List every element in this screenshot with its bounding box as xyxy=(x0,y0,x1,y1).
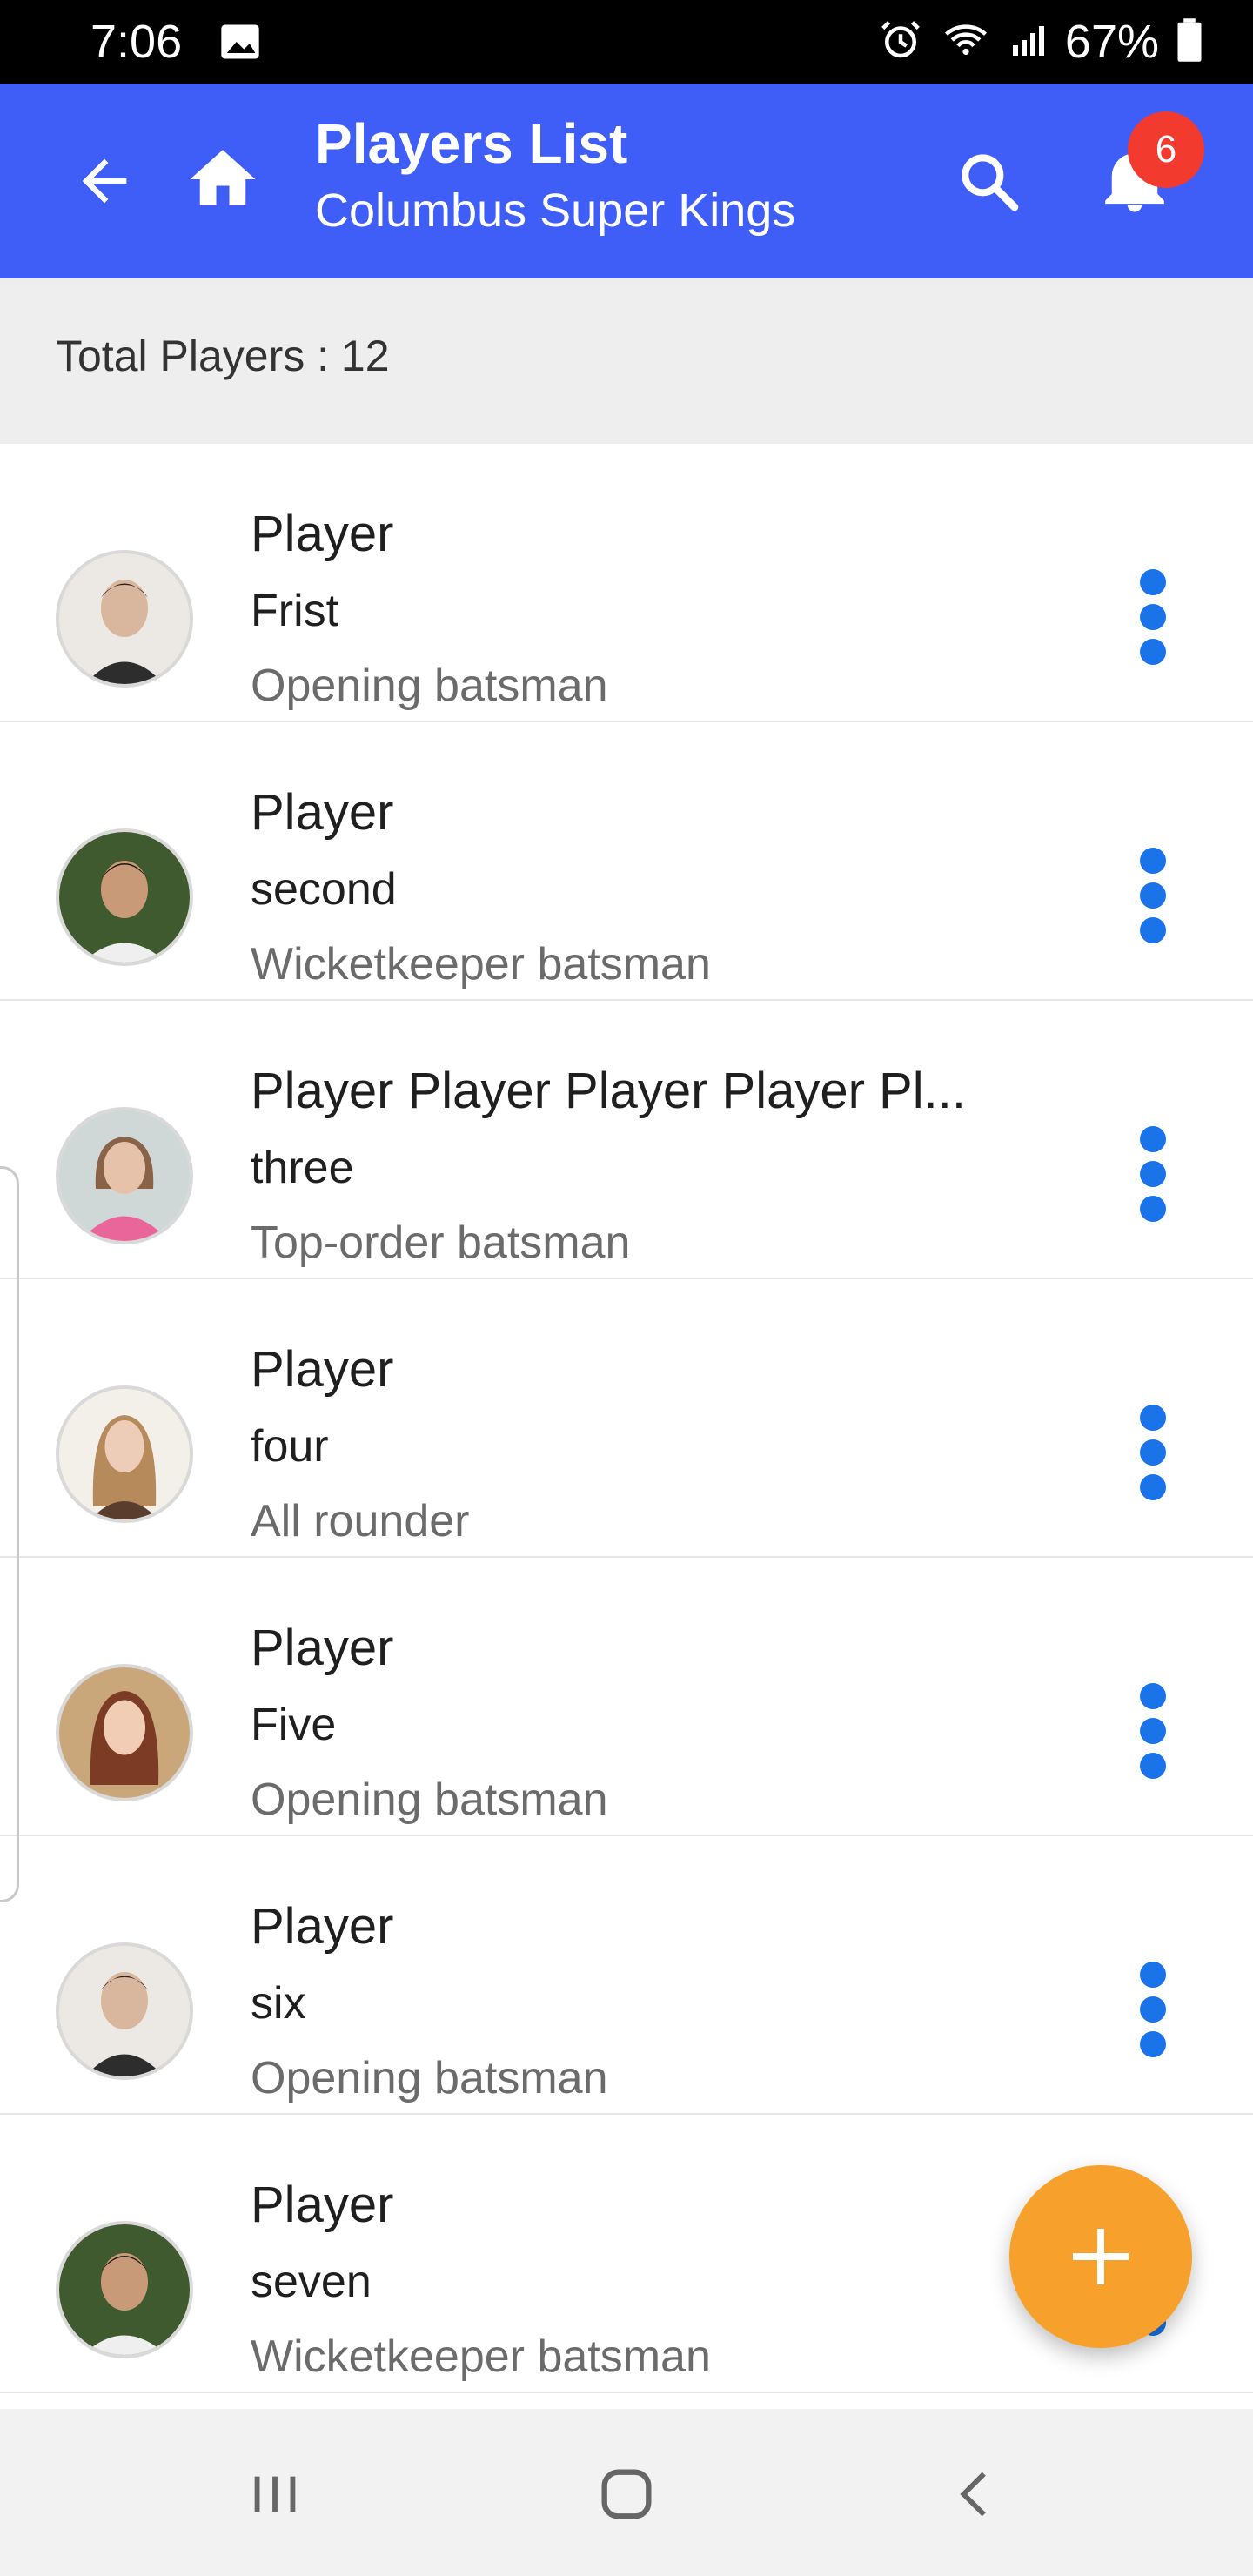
player-second-name: three xyxy=(251,1143,354,1193)
player-role: Wicketkeeper batsman xyxy=(251,2331,711,2382)
player-second-name: six xyxy=(251,1978,306,2029)
search-icon xyxy=(962,154,1019,211)
avatar xyxy=(56,828,193,966)
players-list: Player Frist Opening batsman Player seco… xyxy=(0,444,1253,2393)
battery-icon xyxy=(1175,17,1204,68)
player-role: Opening batsman xyxy=(251,2053,608,2103)
list-item[interactable]: Player four All rounder xyxy=(0,1279,1253,1558)
avatar xyxy=(56,1942,193,2080)
player-name: Player xyxy=(251,1620,394,1676)
list-item[interactable]: Player Player Player Player Pl... three … xyxy=(0,1001,1253,1279)
edge-panel-handle[interactable] xyxy=(0,1166,19,1902)
list-item[interactable]: Player second Wicketkeeper batsman xyxy=(0,722,1253,1001)
more-options-button[interactable] xyxy=(1135,1962,1176,2059)
home-nav-button[interactable] xyxy=(583,2451,670,2538)
more-options-button[interactable] xyxy=(1135,1683,1176,1781)
more-options-button[interactable] xyxy=(1135,1126,1176,1224)
avatar xyxy=(56,2221,193,2358)
more-options-button[interactable] xyxy=(1135,1405,1176,1502)
list-item[interactable]: Player six Opening batsman xyxy=(0,1836,1253,2115)
add-player-button[interactable] xyxy=(1009,2165,1192,2348)
player-role: Top-order batsman xyxy=(251,1218,631,1268)
avatar xyxy=(56,1664,193,1801)
player-role: Wicketkeeper batsman xyxy=(251,939,711,989)
player-name: Player xyxy=(251,506,394,562)
player-name: Player xyxy=(251,1341,394,1398)
player-second-name: Five xyxy=(251,1700,337,1750)
back-button[interactable] xyxy=(61,138,148,225)
list-item[interactable]: Player Frist Opening batsman xyxy=(0,444,1253,722)
status-bar: 7:06 67% xyxy=(0,0,1253,84)
status-time: 7:06 xyxy=(90,16,183,68)
plus-icon xyxy=(1073,2229,1129,2284)
player-name: Player xyxy=(251,784,394,841)
player-name: Player Player Player Player Pl... xyxy=(251,1063,966,1119)
status-right-icons: 67% xyxy=(877,12,1204,71)
recents-icon xyxy=(254,2476,296,2512)
player-second-name: Frist xyxy=(251,586,339,636)
list-item[interactable]: Player Five Opening batsman xyxy=(0,1558,1253,1836)
player-name: Player xyxy=(251,1898,394,1955)
notification-badge: 6 xyxy=(1128,111,1204,188)
alarm-icon xyxy=(877,17,924,68)
home-icon xyxy=(190,150,256,205)
app-bar: Players List Columbus Super Kings 6 xyxy=(0,84,1253,278)
player-name: Player xyxy=(251,2177,394,2233)
player-role: All rounder xyxy=(251,1496,470,1546)
back-arrow-icon xyxy=(82,158,127,204)
search-button[interactable] xyxy=(945,138,1032,225)
player-second-name: four xyxy=(251,1421,329,1472)
system-nav-bar xyxy=(0,2409,1253,2576)
player-second-name: seven xyxy=(251,2257,372,2307)
player-role: Opening batsman xyxy=(251,1774,608,1825)
signal-icon xyxy=(1008,17,1049,68)
back-nav-button[interactable] xyxy=(933,2451,1020,2538)
gallery-icon xyxy=(218,19,263,69)
page-title: Players List xyxy=(315,112,628,175)
player-role: Opening batsman xyxy=(251,661,608,711)
avatar xyxy=(56,550,193,688)
wifi-icon xyxy=(940,17,992,68)
back-chevron-icon xyxy=(960,2472,986,2517)
player-second-name: second xyxy=(251,864,397,915)
more-options-button[interactable] xyxy=(1135,848,1176,945)
page-subtitle: Columbus Super Kings xyxy=(315,184,796,237)
battery-percent: 67% xyxy=(1064,16,1159,68)
more-options-button[interactable] xyxy=(1135,569,1176,667)
avatar xyxy=(56,1385,193,1523)
avatar xyxy=(56,1107,193,1244)
summary-bar: Total Players : 12 xyxy=(0,278,1253,444)
recents-button[interactable] xyxy=(231,2451,318,2538)
total-players-label: Total Players : 12 xyxy=(56,332,390,380)
home-circle-icon xyxy=(601,2469,652,2519)
home-button[interactable] xyxy=(179,136,266,223)
